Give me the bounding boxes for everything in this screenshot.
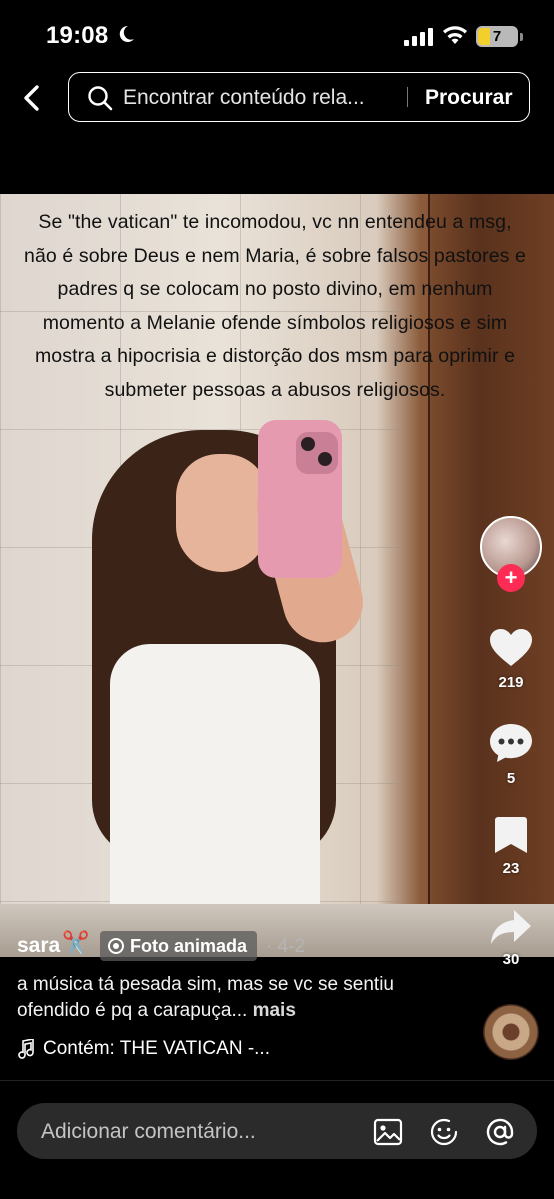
animated-photo-tag: Foto animada (100, 931, 258, 961)
share-icon (491, 910, 531, 944)
post-overlay-text: Se "the vatican" te incomodou, vc nn ent… (24, 211, 526, 401)
bookmark-icon (495, 817, 527, 853)
post-date: · 4-2 (266, 936, 306, 957)
animated-photo-icon (108, 938, 124, 954)
save-button[interactable]: 23 (480, 816, 542, 877)
share-button[interactable]: 30 (480, 908, 542, 968)
status-time: 19:08 (46, 22, 109, 49)
search-button[interactable]: Procurar (425, 86, 513, 110)
like-button[interactable]: 219 (480, 628, 542, 691)
search-icon (88, 86, 113, 111)
comment-bar[interactable]: Adicionar comentário... (17, 1103, 537, 1159)
save-count: 23 (502, 860, 520, 877)
tag-label: Foto animada (130, 935, 248, 956)
share-count: 30 (502, 951, 520, 968)
username-emoji: ✂️ (62, 930, 90, 955)
heart-icon (490, 629, 532, 666)
comment-count: 5 (506, 770, 516, 787)
signal-icon (404, 28, 433, 46)
image-icon[interactable] (373, 1117, 403, 1147)
moon-icon (119, 25, 134, 42)
emoji-icon[interactable] (429, 1117, 459, 1147)
music-title: Contém: THE VATICAN -... (43, 1038, 270, 1059)
follow-button[interactable]: + (497, 564, 525, 592)
post-caption[interactable]: a música tá pesada sim, mas se vc se sen… (17, 972, 457, 1024)
caption-more-link[interactable]: mais (253, 1000, 296, 1021)
search-bar[interactable]: Encontrar conteúdo rela... Procurar (68, 72, 530, 122)
caption-text: a música tá pesada sim, mas se vc se sen… (17, 974, 394, 1021)
search-input[interactable]: Encontrar conteúdo rela... (123, 86, 365, 110)
mention-icon[interactable] (485, 1117, 515, 1147)
post-photo[interactable]: Se "the vatican" te incomodou, vc nn ent… (0, 194, 554, 957)
battery-indicator: 7 (476, 26, 518, 47)
like-count: 219 (498, 674, 524, 691)
status-bar: 19:08 7 (0, 0, 554, 70)
username[interactable]: sara (17, 934, 60, 958)
comment-button[interactable]: 5 (480, 722, 542, 787)
wifi-icon (443, 26, 467, 44)
music-disc[interactable] (483, 1004, 539, 1060)
battery-level: 7 (492, 28, 502, 45)
back-arrow-icon[interactable] (18, 84, 46, 112)
comment-icon (490, 724, 532, 762)
music-info[interactable]: Contém: THE VATICAN -... (17, 1038, 270, 1060)
music-note-icon (18, 1039, 34, 1059)
comment-input[interactable]: Adicionar comentário... (41, 1120, 256, 1144)
